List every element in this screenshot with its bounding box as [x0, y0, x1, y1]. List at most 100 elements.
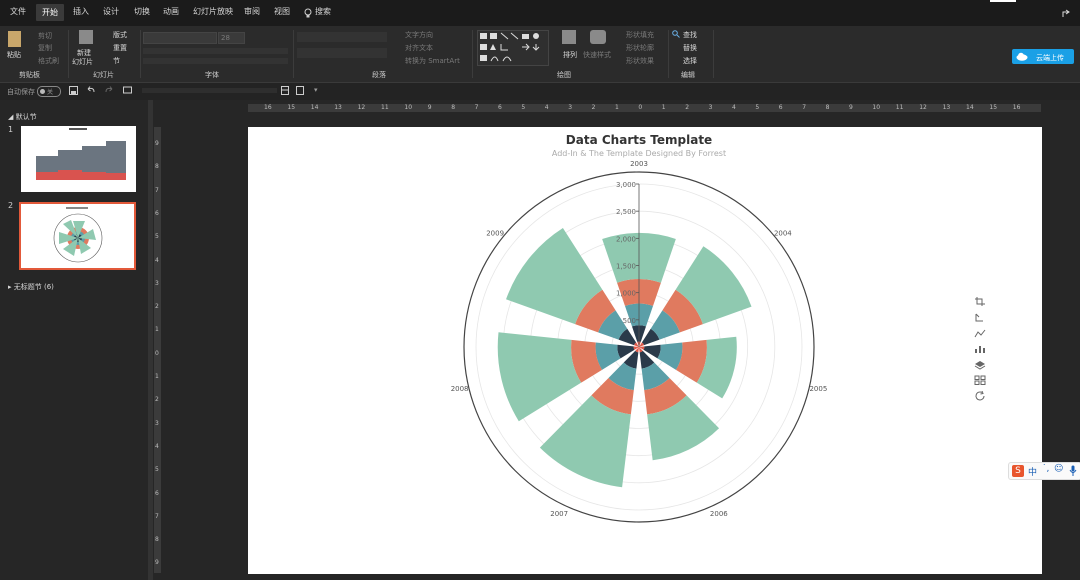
rotate-icon[interactable]	[974, 312, 986, 322]
ime-toolbar[interactable]: S 中 ˙, ☺	[1008, 462, 1080, 480]
quick-styles-button[interactable]: 快速样式	[583, 50, 611, 60]
slideshow-icon[interactable]	[123, 86, 132, 95]
bar-chart-icon[interactable]	[974, 344, 986, 354]
slide-number-1: 1	[8, 125, 14, 134]
chart-subtitle: Add-In & The Template Designed By Forres…	[552, 149, 726, 158]
ruler-tick-label: 7	[155, 186, 159, 194]
ruler-tick-label: 4	[155, 442, 159, 450]
crop-icon[interactable]	[974, 296, 986, 306]
font-group-label: 字体	[205, 71, 219, 79]
tab-review[interactable]: 审阅	[244, 6, 260, 17]
ime-mode-chinese[interactable]: 中	[1028, 465, 1037, 478]
select-button[interactable]: 选择	[683, 56, 697, 66]
slide-thumbnail-2-selected[interactable]	[19, 202, 136, 270]
ime-emoji-icon[interactable]: ☺	[1054, 464, 1063, 474]
format-painter-button[interactable]: 格式刷	[38, 56, 59, 66]
share-icon[interactable]	[1062, 9, 1071, 18]
table-icon[interactable]	[281, 86, 289, 95]
shape-outline-button[interactable]: 形状轮廓	[626, 43, 654, 53]
copy-button[interactable]: 复制	[38, 43, 52, 53]
cloud-icon	[1016, 52, 1028, 61]
section-untitled[interactable]: ▸ 无标题节 (6)	[8, 282, 54, 292]
undo-icon[interactable]	[86, 86, 96, 95]
font-format-buttons[interactable]	[143, 48, 288, 54]
ime-punctuation-icon[interactable]: ˙,	[1042, 464, 1049, 474]
section-untitled-label: 无标题节 (6)	[13, 283, 54, 291]
slide-canvas[interactable]: Data Charts Template Add-In & The Templa…	[248, 127, 1042, 574]
refresh-icon[interactable]	[974, 391, 986, 401]
group-divider	[472, 30, 473, 78]
new-slide-label: 幻灯片	[72, 58, 93, 66]
shape-effects-button[interactable]: 形状效果	[626, 56, 654, 66]
align-text-button[interactable]: 对齐文本	[405, 43, 433, 53]
layout-button[interactable]: 版式	[113, 30, 127, 40]
ruler-tick-label: 1	[155, 373, 159, 380]
document-icon[interactable]	[296, 86, 304, 95]
ruler-tick-label: 4	[544, 104, 549, 111]
paste-button[interactable]: 粘贴	[7, 50, 21, 60]
ruler-tick-label: 6	[155, 209, 159, 217]
tab-design[interactable]: 设计	[103, 6, 119, 17]
tab-slideshow[interactable]: 幻灯片放映	[193, 6, 233, 17]
ruler-tick-label: 2	[155, 303, 159, 311]
font-size-dropdown[interactable]: 28	[218, 32, 245, 44]
convert-smartart-button[interactable]: 转换为 SmartArt	[405, 56, 460, 66]
radial-tick-label: 1,000	[616, 290, 636, 298]
microphone-icon[interactable]	[1069, 465, 1077, 477]
shapes-gallery[interactable]	[477, 30, 549, 66]
ruler-tick-label: 3	[568, 104, 573, 111]
ruler-tick-label: 9	[427, 104, 432, 111]
shape-fill-button[interactable]: 形状填充	[626, 30, 654, 40]
new-slide-icon[interactable]	[79, 30, 93, 44]
pane-splitter[interactable]	[148, 100, 153, 580]
quick-styles-icon[interactable]	[590, 30, 606, 44]
ruler-tick-label: 7	[802, 104, 807, 111]
replace-button[interactable]: 替换	[683, 43, 697, 53]
tab-insert[interactable]: 插入	[73, 6, 89, 17]
slide-thumbnail-1[interactable]	[21, 126, 136, 192]
ruler-tick-label: 2	[155, 396, 159, 404]
alignment-buttons[interactable]	[297, 48, 387, 58]
cloud-upload-button[interactable]: 云端上传	[1012, 49, 1074, 64]
radial-tick-label: 500	[623, 317, 636, 325]
ruler-tick-label: 2	[685, 104, 690, 111]
reset-button[interactable]: 重置	[113, 43, 127, 53]
ruler-tick-label: 1	[155, 326, 159, 334]
tab-file[interactable]: 文件	[10, 6, 26, 17]
font-color-buttons[interactable]	[143, 58, 288, 64]
redo-icon[interactable]	[105, 86, 114, 95]
paste-icon[interactable]	[8, 31, 21, 47]
quick-access-commands[interactable]	[142, 88, 277, 93]
line-chart-icon[interactable]	[974, 328, 986, 338]
section-button[interactable]: 节	[113, 56, 120, 66]
ruler-tick-label: 3	[155, 279, 159, 287]
grid-icon[interactable]	[974, 375, 986, 385]
ruler-tick-label: 8	[155, 536, 159, 544]
find-button[interactable]: 查找	[683, 30, 697, 40]
font-name-dropdown[interactable]	[143, 32, 217, 44]
save-icon[interactable]	[69, 86, 78, 95]
slides-group-label: 幻灯片	[93, 71, 114, 79]
tab-home[interactable]: 开始	[36, 4, 64, 21]
tab-view[interactable]: 视图	[274, 6, 290, 17]
ruler-tick-label: 4	[732, 104, 736, 111]
group-divider	[713, 30, 714, 78]
tab-animations[interactable]: 动画	[163, 6, 179, 17]
autosave-toggle-state: 关	[47, 89, 54, 96]
ruler-tick-label: 5	[155, 233, 159, 241]
ruler-tick-label: 2	[591, 104, 596, 111]
search-box[interactable]: 搜索	[315, 6, 331, 17]
cut-button[interactable]: 剪切	[38, 31, 52, 41]
autosave-toggle[interactable]: 关	[37, 86, 61, 97]
section-default[interactable]: ◢ 默认节	[8, 112, 37, 122]
customize-qat-icon[interactable]: ▾	[314, 86, 318, 94]
text-direction-button[interactable]: 文字方向	[405, 30, 433, 40]
arrange-icon[interactable]	[562, 30, 576, 44]
list-buttons[interactable]	[297, 32, 387, 42]
ruler-tick-label: 7	[155, 512, 159, 520]
arrange-button[interactable]: 排列	[563, 50, 577, 60]
tab-transitions[interactable]: 切换	[134, 6, 150, 17]
stack-icon[interactable]	[974, 360, 986, 370]
ruler-tick-label: 12	[919, 104, 927, 111]
group-divider	[293, 30, 294, 78]
